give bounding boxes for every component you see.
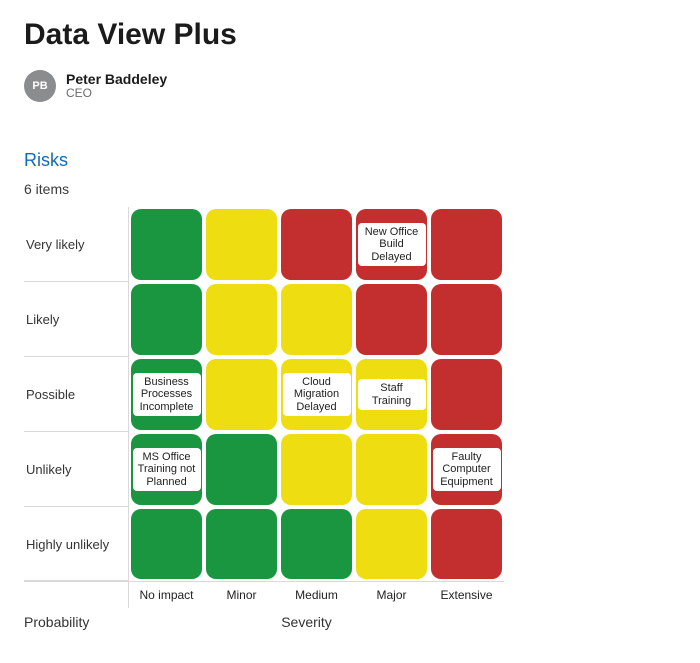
matrix-cell[interactable] bbox=[281, 209, 352, 280]
matrix-cell[interactable] bbox=[281, 509, 352, 579]
matrix-cell[interactable] bbox=[281, 284, 352, 355]
matrix-cell[interactable] bbox=[206, 359, 277, 430]
author-row: PB Peter Baddeley CEO bbox=[24, 70, 676, 102]
risk-matrix: Very likely New Office Build Delayed Lik… bbox=[24, 207, 534, 630]
matrix-cell[interactable] bbox=[131, 284, 202, 355]
col-header: Extensive bbox=[429, 582, 504, 608]
col-header: Medium bbox=[279, 582, 354, 608]
item-count: 6 items bbox=[24, 181, 676, 197]
risk-chip[interactable]: Staff Training bbox=[358, 379, 426, 410]
matrix-cell[interactable] bbox=[431, 284, 502, 355]
row-header: Highly unlikely bbox=[24, 507, 129, 582]
page-title: Data View Plus bbox=[24, 18, 676, 52]
author-name: Peter Baddeley bbox=[66, 72, 167, 87]
matrix-cell[interactable] bbox=[431, 509, 502, 579]
col-header: No impact bbox=[129, 582, 204, 608]
matrix-cell[interactable] bbox=[206, 434, 277, 505]
matrix-cell[interactable] bbox=[206, 209, 277, 280]
row-header: Very likely bbox=[24, 207, 129, 282]
matrix-cell[interactable] bbox=[281, 434, 352, 505]
risk-chip[interactable]: Faulty Computer Equipment bbox=[433, 448, 501, 492]
x-axis-label: Severity bbox=[79, 614, 534, 630]
matrix-cell[interactable]: Faulty Computer Equipment bbox=[431, 434, 502, 505]
row-header: Unlikely bbox=[24, 432, 129, 507]
matrix-cell[interactable] bbox=[356, 284, 427, 355]
matrix-cell[interactable]: New Office Build Delayed bbox=[356, 209, 427, 280]
matrix-cell[interactable] bbox=[356, 509, 427, 579]
risk-chip[interactable]: MS Office Training not Planned bbox=[133, 448, 201, 492]
row-header: Likely bbox=[24, 282, 129, 357]
matrix-cell[interactable] bbox=[206, 284, 277, 355]
row-header: Possible bbox=[24, 357, 129, 432]
matrix-cell[interactable]: Business Processes Incomplete bbox=[131, 359, 202, 430]
matrix-cell[interactable] bbox=[206, 509, 277, 579]
avatar[interactable]: PB bbox=[24, 70, 56, 102]
matrix-cell[interactable]: Staff Training bbox=[356, 359, 427, 430]
matrix-cell[interactable] bbox=[431, 359, 502, 430]
section-title[interactable]: Risks bbox=[24, 150, 676, 171]
col-header: Minor bbox=[204, 582, 279, 608]
risk-chip[interactable]: Business Processes Incomplete bbox=[133, 373, 201, 417]
matrix-cell[interactable]: Cloud Migration Delayed bbox=[281, 359, 352, 430]
matrix-cell[interactable] bbox=[131, 209, 202, 280]
matrix-cell[interactable] bbox=[131, 509, 202, 579]
matrix-cell[interactable] bbox=[356, 434, 427, 505]
risk-chip[interactable]: New Office Build Delayed bbox=[358, 223, 426, 267]
matrix-cell[interactable]: MS Office Training not Planned bbox=[131, 434, 202, 505]
col-header: Major bbox=[354, 582, 429, 608]
matrix-cell[interactable] bbox=[431, 209, 502, 280]
author-role: CEO bbox=[66, 87, 167, 100]
risk-chip[interactable]: Cloud Migration Delayed bbox=[283, 373, 351, 417]
